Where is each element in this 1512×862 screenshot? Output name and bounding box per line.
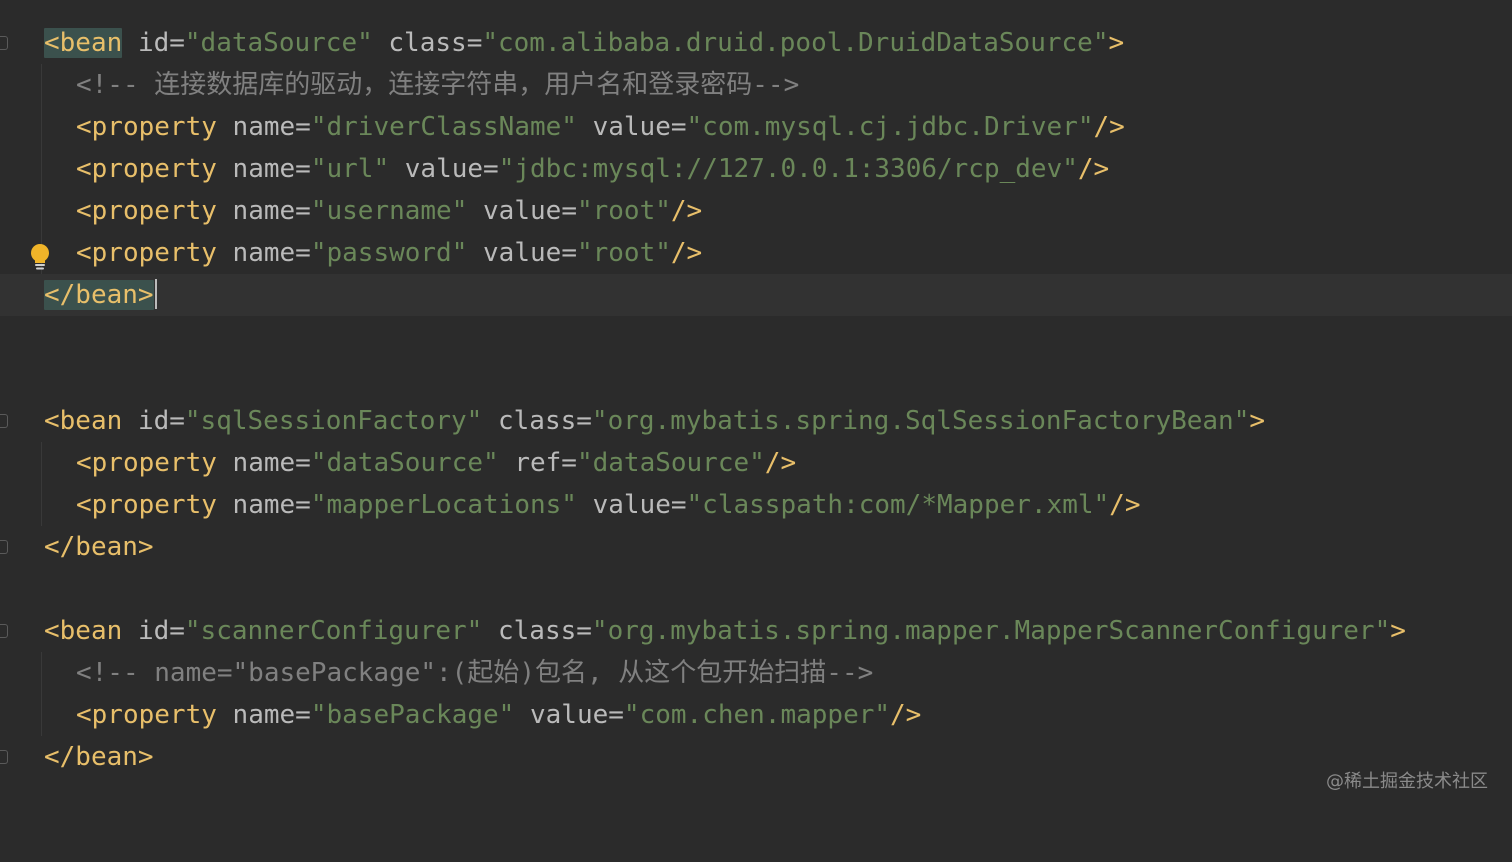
xml-comment: <!-- name="basePackage":(起始)包名, 从这个包开始扫描… <box>76 658 874 688</box>
code-line[interactable]: <property name="mapperLocations" value="… <box>0 484 1512 526</box>
code-line[interactable]: <!-- name="basePackage":(起始)包名, 从这个包开始扫描… <box>0 652 1512 694</box>
xml-tag: <property <box>76 238 217 268</box>
xml-tag: <property <box>76 112 217 142</box>
xml-tag: <property <box>76 490 217 520</box>
code-line[interactable]: <property name="password" value="root"/> <box>0 232 1512 274</box>
watermark: @稀土掘金技术社区 <box>1326 771 1488 792</box>
xml-tag: <property <box>76 196 217 226</box>
xml-tag: <bean <box>44 406 123 436</box>
xml-tag: <property <box>76 448 217 478</box>
xml-tag: </bean> <box>44 532 154 562</box>
code-line[interactable]: <bean id="sqlSessionFactory" class="org.… <box>0 400 1512 442</box>
xml-tag: <bean <box>44 28 123 58</box>
code-line[interactable]: <property name="username" value="root"/> <box>0 190 1512 232</box>
xml-comment: <!-- 连接数据库的驱动，连接字符串，用户名和登录密码--> <box>76 70 800 100</box>
code-line[interactable]: </bean> <box>0 736 1512 778</box>
code-line[interactable]: <bean id="dataSource" class="com.alibaba… <box>0 22 1512 64</box>
xml-tag: </bean> <box>44 280 154 310</box>
code-line[interactable]: </bean> <box>0 526 1512 568</box>
lightbulb-icon[interactable] <box>28 243 52 273</box>
code-editor[interactable]: <bean id="dataSource" class="com.alibaba… <box>0 0 1512 815</box>
xml-tag: <bean <box>44 616 123 646</box>
xml-attribute: id <box>137 28 170 58</box>
current-code-line[interactable]: </bean> <box>0 274 1512 316</box>
xml-value: "dataSource" <box>184 28 373 58</box>
xml-attribute: class <box>388 28 467 58</box>
code-line[interactable]: <bean id="scannerConfigurer" class="org.… <box>0 610 1512 652</box>
xml-tag: </bean> <box>44 742 154 772</box>
code-line[interactable]: <property name="dataSource" ref="dataSou… <box>0 442 1512 484</box>
xml-tag: <property <box>76 700 217 730</box>
code-line[interactable]: <!-- 连接数据库的驱动，连接字符串，用户名和登录密码--> <box>0 64 1512 106</box>
xml-value: "com.alibaba.druid.pool.DruidDataSource" <box>482 28 1109 58</box>
code-line[interactable]: <property name="url" value="jdbc:mysql:/… <box>0 148 1512 190</box>
text-caret <box>154 279 157 309</box>
code-line[interactable]: <property name="driverClassName" value="… <box>0 106 1512 148</box>
xml-tag: <property <box>76 154 217 184</box>
code-line[interactable]: <property name="basePackage" value="com.… <box>0 694 1512 736</box>
